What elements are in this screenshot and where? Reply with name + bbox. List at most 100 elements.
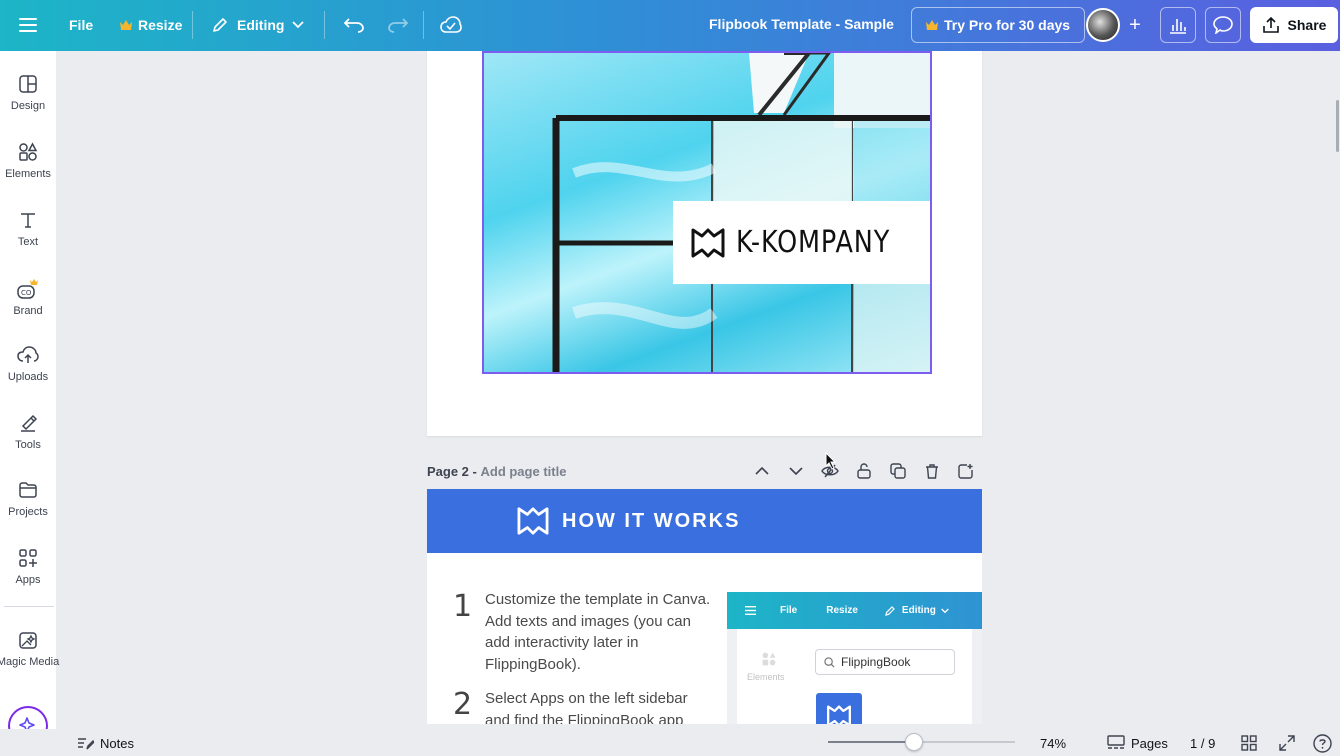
share-button[interactable]: Share [1250,7,1338,43]
sidebar-item-label: Apps [15,574,41,586]
sidebar-item-tools[interactable]: Tools [0,409,56,473]
help-icon [1313,733,1332,753]
try-pro-label: Try Pro for 30 days [944,17,1071,33]
duplicate-page-button[interactable] [889,460,907,482]
vertical-scrollbar[interactable] [1336,100,1339,152]
flippingbook-app-tile [816,693,862,724]
notes-button[interactable]: Notes [77,733,134,753]
sidebar-item-label: Magic Media [0,656,60,668]
chevron-down-icon [941,608,949,613]
company-name: K-KOMPANY [735,225,890,260]
chevron-down-icon [292,21,305,29]
left-sidebar: Design Elements Text CO Brand Uploads To… [0,51,60,756]
resize-button[interactable]: Resize [110,7,192,43]
top-toolbar: File Resize Editing Flipbook Template - … [0,0,1340,51]
building-photo[interactable]: K-KOMPANY [482,51,932,374]
zoom-level: 74% [1040,735,1067,751]
step-number: 2 [453,687,473,722]
tools-icon [21,414,38,432]
comment-icon [1213,16,1233,34]
mock-editing-label: Editing [901,605,936,616]
comments-button[interactable] [1205,7,1241,43]
crown-icon [926,20,938,30]
add-page-title[interactable]: Add page title [480,464,566,479]
mock-file-label: File [780,605,798,616]
app-screenshot-image[interactable]: File Resize Editing Elements FlippingBoo… [727,592,982,724]
sidebar-item-label: Brand [13,305,43,317]
sidebar-item-apps[interactable]: Apps [0,544,56,608]
upload-share-icon [1262,16,1279,33]
move-page-down-button[interactable] [787,460,805,482]
expand-icon [1279,735,1295,751]
editing-mode-dropdown[interactable]: Editing [201,7,314,43]
grid-view-button[interactable] [1241,733,1257,753]
zoom-level-button[interactable]: 74% [1040,733,1066,753]
elements-icon [19,142,38,161]
fullscreen-button[interactable] [1279,733,1295,753]
brand-icon: CO [17,279,38,299]
page-counter-text: 1 / 9 [1190,735,1216,751]
chevron-down-icon [789,467,803,475]
canvas-page-1[interactable]: K-KOMPANY [427,51,982,436]
how-it-works-banner[interactable]: HOW IT WORKS [427,489,982,553]
bottom-bar: Notes 74% Pages 1 / 9 [0,729,1340,756]
sidebar-item-design[interactable]: Design [0,70,56,134]
sidebar-item-brand[interactable]: CO Brand [0,273,56,337]
company-logo[interactable]: K-KOMPANY [673,201,930,284]
sidebar-item-label: Tools [15,439,41,451]
document-title[interactable]: Flipbook Template - Sample [709,16,894,32]
mock-search-value: FlippingBook [841,655,911,669]
lock-page-button[interactable] [855,460,873,482]
pages-button[interactable]: Pages [1107,733,1168,753]
mock-search-field: FlippingBook [815,649,955,675]
pages-label: Pages [1131,735,1168,751]
crown-icon [120,20,132,30]
mouse-cursor-icon [825,452,837,470]
sidebar-item-elements[interactable]: Elements [0,138,56,202]
canvas-page-2[interactable]: HOW IT WORKS 1 Customize the template in… [427,489,982,724]
share-label: Share [1287,17,1327,33]
sidebar-item-label: Text [17,236,39,248]
step-number: 1 [453,589,473,624]
zoom-slider-fill [828,741,914,743]
try-pro-button[interactable]: Try Pro for 30 days [911,7,1086,43]
notes-icon [78,737,94,749]
mock-toolbar: File Resize Editing [727,592,982,629]
page-2-title-row[interactable]: Page 2 - Add page title [427,464,566,479]
sidebar-item-projects[interactable]: Projects [0,476,56,540]
search-icon [824,656,835,668]
insights-button[interactable] [1160,7,1196,43]
redo-button[interactable] [378,7,418,43]
delete-page-button[interactable] [923,460,941,482]
sidebar-item-magic-media[interactable]: Magic Media [0,626,60,690]
cloud-check-icon [440,16,462,33]
sidebar-item-text[interactable]: Text [0,206,56,270]
editing-label: Editing [237,17,285,33]
move-page-up-button[interactable] [753,460,771,482]
sidebar-divider [4,606,54,607]
user-avatar[interactable] [1086,8,1120,42]
add-collaborator-button[interactable]: + [1122,12,1148,38]
zoom-slider-handle[interactable] [905,733,923,751]
mock-elements-label: Elements [747,672,785,682]
banner-title: HOW IT WORKS [562,509,741,532]
lock-icon [857,463,871,479]
step-text[interactable]: Customize the template in Canva. Add tex… [485,589,715,675]
bar-chart-icon [1170,19,1186,34]
toolbar-divider [423,11,424,39]
hamburger-icon [19,18,37,32]
undo-button[interactable] [334,7,374,43]
apps-icon [19,549,37,567]
trash-icon [926,464,938,479]
file-menu-button[interactable]: File [59,7,103,43]
sidebar-item-uploads[interactable]: Uploads [0,341,56,405]
duplicate-icon [890,463,906,479]
uploads-icon [17,346,39,363]
menu-button[interactable] [8,7,48,43]
help-button[interactable] [1313,733,1332,753]
step-text[interactable]: Select Apps on the left sidebar and find… [485,688,715,724]
add-page-button[interactable] [957,460,975,482]
text-icon [21,213,35,228]
save-status-button[interactable] [430,7,472,43]
hamburger-icon [745,606,756,615]
